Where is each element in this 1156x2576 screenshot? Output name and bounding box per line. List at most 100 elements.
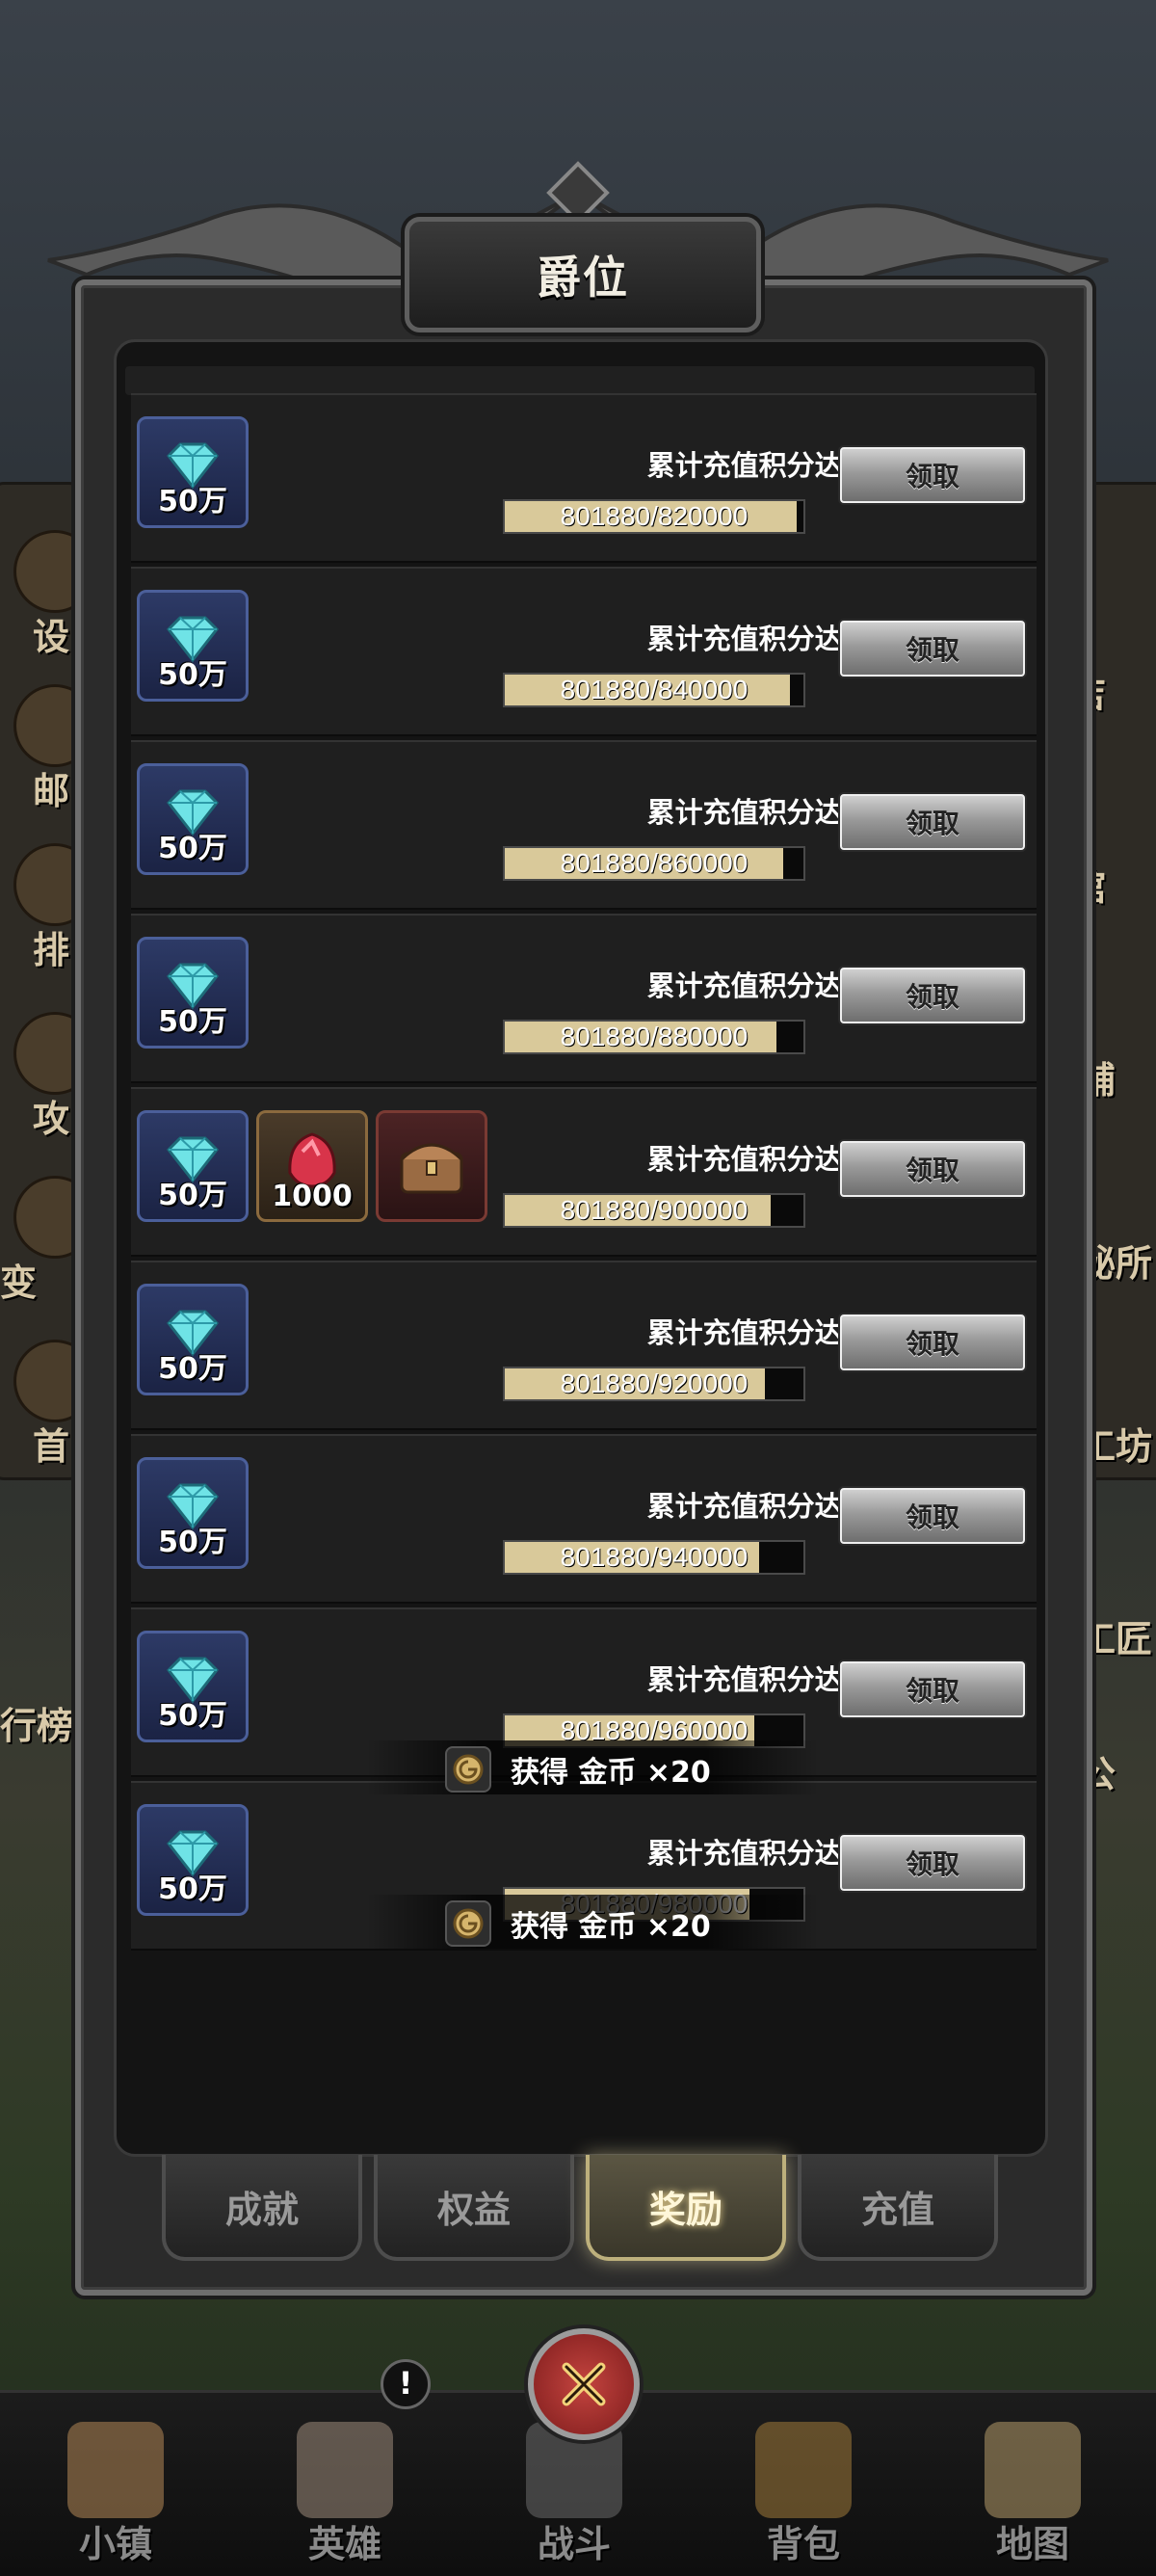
reward-item[interactable]: 50万 (137, 937, 249, 1049)
claim-button[interactable]: 领取 (840, 1488, 1025, 1544)
town-icon (67, 2422, 164, 2518)
tab-label: 奖励 (648, 2188, 722, 2231)
side-menu-label: 排 (33, 929, 70, 971)
reward-row: 50万累计充值积分达到94万801880/940000领取 (131, 1434, 1037, 1604)
reward-row: 50万1000累计充值积分达到90万801880/900000领取 (131, 1087, 1037, 1257)
progress-bar: 801880/900000 (503, 1193, 805, 1228)
reward-item[interactable]: 50万 (137, 1457, 249, 1569)
requirement-label: 累计充值积分达到 (646, 969, 871, 1002)
nav-label: 地图 (995, 2523, 1069, 2565)
requirement-label: 累计充值积分达到 (646, 796, 871, 829)
nav-town[interactable]: 小镇 (10, 2393, 222, 2576)
reward-row: 50万累计充值积分达到86万801880/860000领取 (131, 740, 1037, 910)
reward-toast: 获得 金币 ×20 (366, 1895, 819, 1949)
reward-quantity: 50万 (158, 832, 227, 865)
claim-button[interactable]: 领取 (840, 968, 1025, 1023)
tab-recharge[interactable]: 充值 (798, 2155, 998, 2261)
hero-icon (297, 2422, 393, 2518)
claim-button[interactable]: 领取 (840, 1661, 1025, 1717)
requirement-label: 累计充值积分达到 (646, 1663, 871, 1696)
reward-quantity: 50万 (158, 1872, 227, 1906)
progress-bar: 801880/940000 (503, 1540, 805, 1575)
claim-button[interactable]: 领取 (840, 621, 1025, 677)
panel-title-plate: 爵位 (405, 217, 761, 332)
claim-button-label: 领取 (905, 1848, 959, 1880)
nav-map[interactable]: 地图 (927, 2393, 1139, 2576)
nav-label: 战斗 (537, 2523, 611, 2565)
reward-quantity: 50万 (158, 1352, 227, 1386)
claim-button-label: 领取 (905, 1501, 959, 1533)
side-menu-label: 行榜 (0, 1705, 74, 1747)
claim-button[interactable]: 领取 (840, 1315, 1025, 1370)
tab-privileges[interactable]: 权益 (374, 2155, 574, 2261)
requirement-label: 累计充值积分达到 (646, 1490, 871, 1523)
progress-text: 801880/900000 (560, 1195, 749, 1225)
progress-bar: 801880/820000 (503, 499, 805, 534)
tab-label: 成就 (224, 2188, 299, 2231)
reward-item[interactable]: 50万 (137, 763, 249, 875)
claim-button[interactable]: 领取 (840, 1835, 1025, 1891)
side-menu-label: 设 (33, 616, 70, 658)
requirement-label: 累计充值积分达到 (646, 1837, 871, 1870)
reward-item[interactable] (376, 1110, 487, 1222)
toast-text: 获得 金币 ×20 (511, 1756, 711, 1790)
nav-backpack[interactable]: 背包 (697, 2393, 909, 2576)
claim-button-label: 领取 (905, 1675, 959, 1707)
progress-bar: 801880/840000 (503, 673, 805, 707)
reward-item[interactable]: 50万 (137, 590, 249, 702)
panel-title: 爵位 (537, 252, 629, 304)
claim-button-label: 领取 (905, 808, 959, 839)
map-icon (985, 2422, 1081, 2518)
tab-label: 充值 (860, 2188, 934, 2231)
reward-toast: 获得 金币 ×20 (366, 1740, 819, 1794)
reward-row: 50万累计充值积分达到88万801880/880000领取 (131, 914, 1037, 1083)
tab-achievement[interactable]: 成就 (162, 2155, 362, 2261)
reward-item[interactable]: 1000 (256, 1110, 368, 1222)
close-icon (562, 2362, 606, 2406)
reward-row: 50万累计充值积分达到92万801880/920000领取 (131, 1261, 1037, 1430)
reward-quantity: 50万 (158, 1526, 227, 1559)
progress-bar: 801880/880000 (503, 1020, 805, 1054)
claim-button[interactable]: 领取 (840, 794, 1025, 850)
backpack-icon (755, 2422, 852, 2518)
reward-item[interactable]: 50万 (137, 1631, 249, 1742)
progress-bar: 801880/920000 (503, 1367, 805, 1401)
reward-item[interactable]: 50万 (137, 1110, 249, 1222)
hero-alert-badge: ! (381, 2359, 431, 2409)
claim-button-label: 领取 (905, 634, 959, 666)
reward-row: 50万累计充值积分达到84万801880/840000领取 (131, 567, 1037, 736)
claim-button-label: 领取 (905, 461, 959, 492)
side-menu-label: 邮 (33, 770, 70, 812)
reward-row: 50万累计充值积分达到82万801880/820000领取 (131, 393, 1037, 563)
toast-text: 获得 金币 ×20 (511, 1910, 711, 1944)
requirement-label: 累计充值积分达到 (646, 623, 871, 655)
side-menu-label: 首 (33, 1425, 70, 1468)
nav-label: 小镇 (78, 2523, 152, 2565)
tab-rewards[interactable]: 奖励 (586, 2155, 786, 2261)
list-top-divider (125, 366, 1035, 395)
reward-quantity: 50万 (158, 1699, 227, 1733)
requirement-label: 累计充值积分达到 (646, 449, 871, 482)
nav-label: 背包 (766, 2523, 840, 2565)
progress-text: 801880/920000 (560, 1368, 749, 1398)
tab-label: 权益 (436, 2188, 511, 2231)
reward-item[interactable]: 50万 (137, 416, 249, 528)
nav-hero[interactable]: 英雄 (239, 2393, 451, 2576)
reward-quantity: 1000 (272, 1180, 353, 1213)
progress-text: 801880/820000 (560, 501, 749, 531)
reward-item[interactable]: 50万 (137, 1284, 249, 1395)
requirement-label: 累计充值积分达到 (646, 1316, 871, 1349)
reward-item[interactable]: 50万 (137, 1804, 249, 1916)
progress-bar: 801880/860000 (503, 846, 805, 881)
claim-button-label: 领取 (905, 1328, 959, 1360)
claim-button[interactable]: 领取 (840, 1141, 1025, 1197)
side-menu-label: 攻 (33, 1098, 70, 1140)
panel-tabs: 成就 权益 奖励 充值 (162, 2155, 998, 2261)
claim-button[interactable]: 领取 (840, 447, 1025, 503)
requirement-label: 累计充值积分达到 (646, 1143, 871, 1176)
claim-button-label: 领取 (905, 1155, 959, 1186)
close-button[interactable] (528, 2328, 640, 2440)
progress-text: 801880/940000 (560, 1542, 749, 1572)
progress-text: 801880/860000 (560, 848, 749, 878)
side-menu-label: 变 (0, 1261, 38, 1304)
